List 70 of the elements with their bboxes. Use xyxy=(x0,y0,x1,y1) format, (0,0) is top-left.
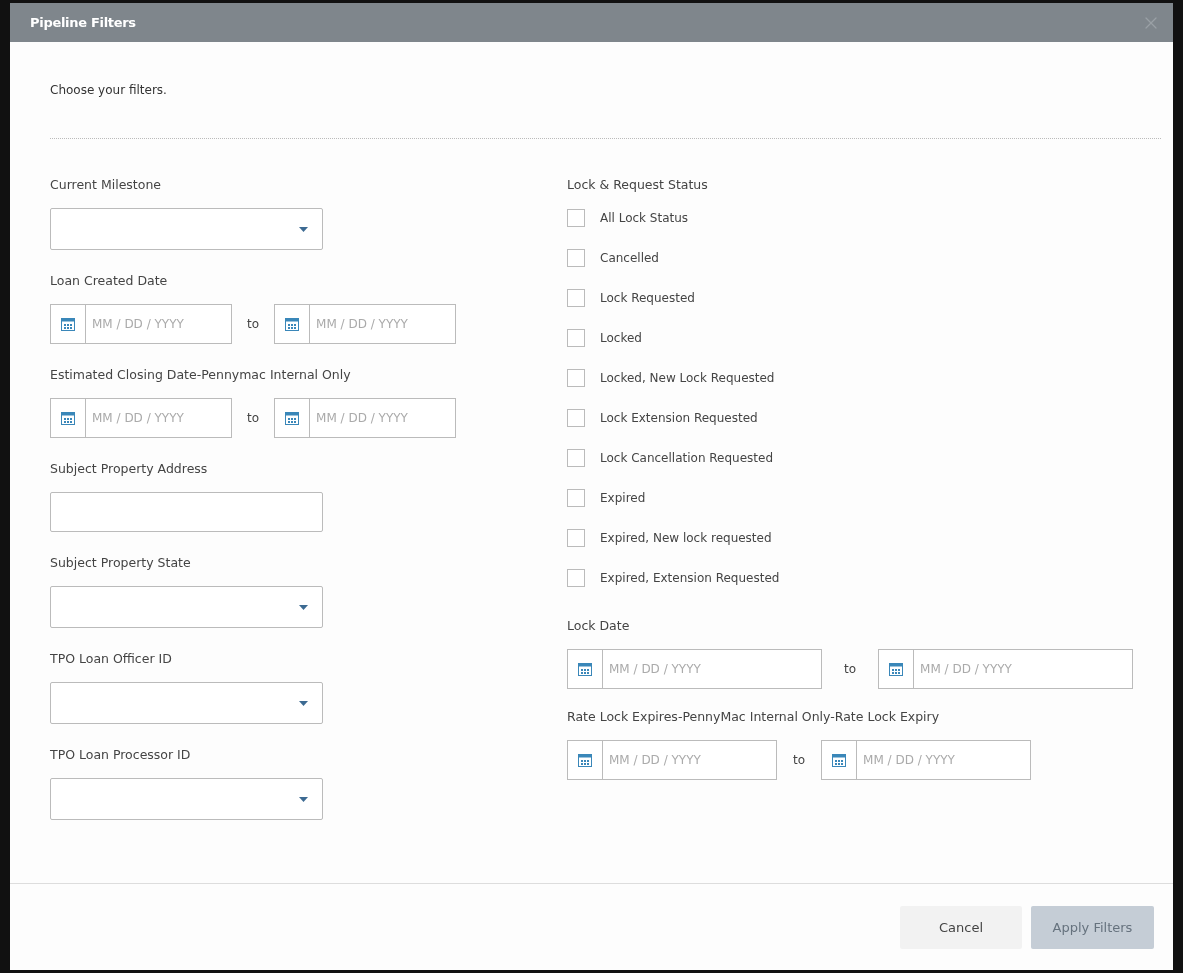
checkbox[interactable] xyxy=(567,529,585,547)
checkbox[interactable] xyxy=(567,249,585,267)
dropdown-field[interactable] xyxy=(50,778,323,820)
checkbox[interactable] xyxy=(567,329,585,347)
checkbox-label: Lock Cancellation Requested xyxy=(600,451,774,465)
date-field[interactable]: MM / DD / YYYY xyxy=(856,740,1032,780)
field-label: Loan Created Date xyxy=(50,273,169,288)
to-separator: to xyxy=(247,317,260,331)
field-label: Current Milestone xyxy=(50,177,163,192)
calendar-button[interactable] xyxy=(274,398,310,438)
field-label: TPO Loan Processor ID xyxy=(50,747,192,762)
field-label: Lock & Request Status xyxy=(567,177,709,192)
checkbox[interactable] xyxy=(567,569,585,587)
calendar-button[interactable] xyxy=(50,304,85,344)
calendar-icon xyxy=(284,410,301,426)
checkbox-label: Lock Extension Requested xyxy=(600,411,758,425)
checkbox[interactable] xyxy=(567,289,585,307)
to-separator: to xyxy=(844,662,857,676)
field-label: TPO Loan Officer ID xyxy=(50,651,173,666)
to-separator: to xyxy=(793,753,806,767)
date-field[interactable]: MM / DD / YYYY xyxy=(309,304,457,344)
calendar-button[interactable] xyxy=(567,740,602,780)
date-field[interactable]: MM / DD / YYYY xyxy=(85,304,232,344)
calendar-icon xyxy=(60,316,76,332)
dropdown-field[interactable] xyxy=(50,586,323,628)
input-field[interactable] xyxy=(50,492,323,532)
checkbox[interactable] xyxy=(567,369,585,387)
date-field[interactable]: MM / DD / YYYY xyxy=(602,740,777,780)
caret-icon xyxy=(299,700,308,706)
calendar-button[interactable] xyxy=(274,304,310,344)
cancel-button[interactable]: Cancel xyxy=(900,905,1022,949)
date-field[interactable]: MM / DD / YYYY xyxy=(602,649,822,689)
checkbox[interactable] xyxy=(567,489,585,507)
field-label: Subject Property State xyxy=(50,555,192,570)
field-label: Lock Date xyxy=(567,618,631,633)
calendar-button[interactable] xyxy=(50,398,85,438)
checkbox-label: Expired, New lock requested xyxy=(600,531,772,545)
calendar-button[interactable] xyxy=(878,649,914,689)
dialog-title: Pipeline Filters xyxy=(30,15,136,30)
calendar-icon xyxy=(284,316,301,332)
field-label: Estimated Closing Date-Pennymac Internal Only xyxy=(50,367,352,382)
date-field[interactable]: MM / DD / YYYY xyxy=(309,398,457,438)
date-field[interactable]: MM / DD / YYYY xyxy=(85,398,232,438)
dropdown-field[interactable] xyxy=(50,682,323,724)
checkbox[interactable] xyxy=(567,409,585,427)
calendar-icon xyxy=(577,661,593,677)
caret-icon xyxy=(299,604,308,610)
caret-icon xyxy=(299,796,308,802)
date-field[interactable]: MM / DD / YYYY xyxy=(913,649,1134,689)
calendar-icon xyxy=(888,661,905,677)
to-separator: to xyxy=(247,411,260,425)
field-label: Rate Lock Expires-PennyMac Internal Only-Rate Lock Expiry xyxy=(567,709,941,724)
checkbox-label: All Lock Status xyxy=(600,211,689,225)
checkbox-label: Locked, New Lock Requested xyxy=(600,371,775,385)
calendar-icon xyxy=(60,410,76,426)
checkbox-label: Lock Requested xyxy=(600,291,695,305)
dropdown-field[interactable] xyxy=(50,208,323,250)
calendar-icon xyxy=(831,752,848,768)
calendar-icon xyxy=(577,752,593,768)
checkbox[interactable] xyxy=(567,449,585,467)
calendar-button[interactable] xyxy=(821,740,857,780)
checkbox-label: Expired, Extension Requested xyxy=(600,571,780,585)
calendar-button[interactable] xyxy=(567,649,602,689)
checkbox-label: Locked xyxy=(600,331,642,345)
checkbox-label: Expired xyxy=(600,491,646,505)
field-label: Subject Property Address xyxy=(50,461,209,476)
intro-text: Choose your filters. xyxy=(50,83,167,97)
checkbox-label: Cancelled xyxy=(600,251,659,265)
checkbox[interactable] xyxy=(567,209,585,227)
caret-icon xyxy=(299,226,308,232)
